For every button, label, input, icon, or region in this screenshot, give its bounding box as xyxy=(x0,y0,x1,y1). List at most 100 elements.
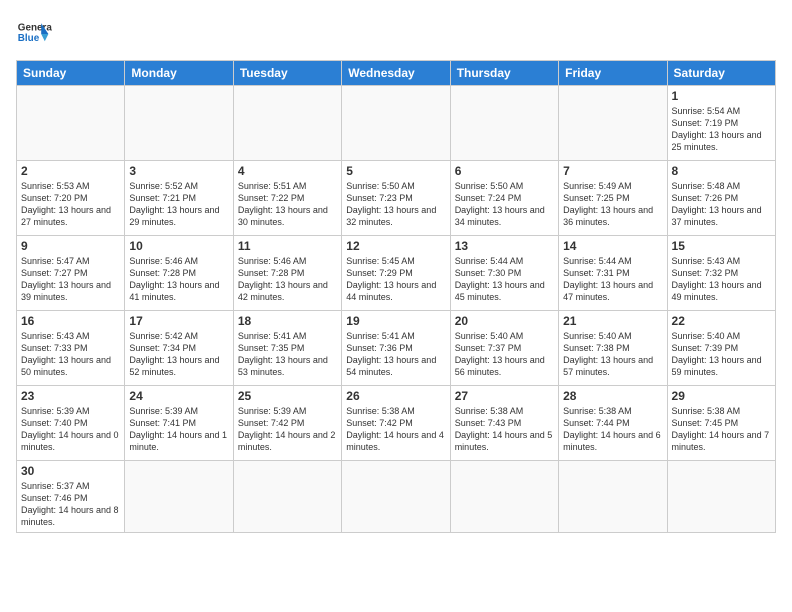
day-header-sunday: Sunday xyxy=(17,61,125,86)
day-number: 19 xyxy=(346,314,445,328)
calendar-cell xyxy=(559,86,667,161)
day-header-tuesday: Tuesday xyxy=(233,61,341,86)
calendar-cell xyxy=(342,86,450,161)
calendar-header-row: SundayMondayTuesdayWednesdayThursdayFrid… xyxy=(17,61,776,86)
day-number: 13 xyxy=(455,239,554,253)
calendar-cell xyxy=(17,86,125,161)
calendar-table: SundayMondayTuesdayWednesdayThursdayFrid… xyxy=(16,60,776,533)
cell-content: Sunrise: 5:46 AMSunset: 7:28 PMDaylight:… xyxy=(129,255,228,304)
day-number: 7 xyxy=(563,164,662,178)
calendar-cell: 6Sunrise: 5:50 AMSunset: 7:24 PMDaylight… xyxy=(450,161,558,236)
calendar-week-row: 1 Sunrise: 5:54 AMSunset: 7:19 PMDaylight… xyxy=(17,86,776,161)
calendar-cell xyxy=(233,86,341,161)
calendar-cell: 19 Sunrise: 5:41 AMSunset: 7:36 PMDayligh… xyxy=(342,311,450,386)
calendar-cell: 7 Sunrise: 5:49 AMSunset: 7:25 PMDaylight… xyxy=(559,161,667,236)
calendar-cell: 2 Sunrise: 5:53 AMSunset: 7:20 PMDaylight… xyxy=(17,161,125,236)
day-number: 10 xyxy=(129,239,228,253)
day-number: 15 xyxy=(672,239,771,253)
cell-content: Sunrise: 5:37 AMSunset: 7:46 PMDaylight:… xyxy=(21,480,120,529)
calendar-cell xyxy=(233,461,341,533)
calendar-cell: 1 Sunrise: 5:54 AMSunset: 7:19 PMDaylight… xyxy=(667,86,775,161)
day-number: 20 xyxy=(455,314,554,328)
calendar-cell xyxy=(450,461,558,533)
cell-content: Sunrise: 5:49 AMSunset: 7:25 PMDaylight:… xyxy=(563,180,662,229)
calendar-cell: 22 Sunrise: 5:40 AMSunset: 7:39 PMDayligh… xyxy=(667,311,775,386)
cell-content: Sunrise: 5:39 AMSunset: 7:40 PMDaylight:… xyxy=(21,405,120,454)
cell-content: Sunrise: 5:53 AMSunset: 7:20 PMDaylight:… xyxy=(21,180,120,229)
cell-content: Sunrise: 5:45 AMSunset: 7:29 PMDaylight:… xyxy=(346,255,445,304)
cell-content: Sunrise: 5:40 AMSunset: 7:37 PMDaylight:… xyxy=(455,330,554,379)
day-number: 23 xyxy=(21,389,120,403)
calendar-cell: 10 Sunrise: 5:46 AMSunset: 7:28 PMDayligh… xyxy=(125,236,233,311)
day-number: 29 xyxy=(672,389,771,403)
calendar-cell xyxy=(342,461,450,533)
cell-content: Sunrise: 5:54 AMSunset: 7:19 PMDaylight:… xyxy=(672,105,771,154)
calendar-cell xyxy=(125,461,233,533)
calendar-week-row: 30 Sunrise: 5:37 AMSunset: 7:46 PMDayligh… xyxy=(17,461,776,533)
cell-content: Sunrise: 5:42 AMSunset: 7:34 PMDaylight:… xyxy=(129,330,228,379)
cell-content: Sunrise: 5:38 AMSunset: 7:44 PMDaylight:… xyxy=(563,405,662,454)
calendar-cell: 30 Sunrise: 5:37 AMSunset: 7:46 PMDayligh… xyxy=(17,461,125,533)
day-number: 27 xyxy=(455,389,554,403)
calendar-week-row: 23 Sunrise: 5:39 AMSunset: 7:40 PMDayligh… xyxy=(17,386,776,461)
day-number: 17 xyxy=(129,314,228,328)
day-number: 6 xyxy=(455,164,554,178)
header: General Blue xyxy=(16,16,776,52)
calendar-cell: 27Sunrise: 5:38 AMSunset: 7:43 PMDayligh… xyxy=(450,386,558,461)
cell-content: Sunrise: 5:51 AMSunset: 7:22 PMDaylight:… xyxy=(238,180,337,229)
day-header-monday: Monday xyxy=(125,61,233,86)
cell-content: Sunrise: 5:48 AMSunset: 7:26 PMDaylight:… xyxy=(672,180,771,229)
calendar-cell: 20 Sunrise: 5:40 AMSunset: 7:37 PMDayligh… xyxy=(450,311,558,386)
day-number: 30 xyxy=(21,464,120,478)
cell-content: Sunrise: 5:38 AMSunset: 7:42 PMDaylight:… xyxy=(346,405,445,454)
day-number: 18 xyxy=(238,314,337,328)
calendar-cell: 28Sunrise: 5:38 AMSunset: 7:44 PMDayligh… xyxy=(559,386,667,461)
day-header-thursday: Thursday xyxy=(450,61,558,86)
day-number: 16 xyxy=(21,314,120,328)
day-number: 2 xyxy=(21,164,120,178)
page: General Blue SundayMondayTuesdayWednesda… xyxy=(0,0,792,612)
day-header-wednesday: Wednesday xyxy=(342,61,450,86)
day-header-friday: Friday xyxy=(559,61,667,86)
cell-content: Sunrise: 5:40 AMSunset: 7:38 PMDaylight:… xyxy=(563,330,662,379)
calendar-cell: 21Sunrise: 5:40 AMSunset: 7:38 PMDayligh… xyxy=(559,311,667,386)
cell-content: Sunrise: 5:52 AMSunset: 7:21 PMDaylight:… xyxy=(129,180,228,229)
calendar-cell xyxy=(125,86,233,161)
calendar-cell: 14 Sunrise: 5:44 AMSunset: 7:31 PMDayligh… xyxy=(559,236,667,311)
day-number: 9 xyxy=(21,239,120,253)
calendar-cell: 9 Sunrise: 5:47 AMSunset: 7:27 PMDaylight… xyxy=(17,236,125,311)
day-number: 5 xyxy=(346,164,445,178)
cell-content: Sunrise: 5:39 AMSunset: 7:42 PMDaylight:… xyxy=(238,405,337,454)
calendar-cell: 15Sunrise: 5:43 AMSunset: 7:32 PMDayligh… xyxy=(667,236,775,311)
cell-content: Sunrise: 5:43 AMSunset: 7:33 PMDaylight:… xyxy=(21,330,120,379)
day-number: 26 xyxy=(346,389,445,403)
cell-content: Sunrise: 5:40 AMSunset: 7:39 PMDaylight:… xyxy=(672,330,771,379)
cell-content: Sunrise: 5:50 AMSunset: 7:23 PMDaylight:… xyxy=(346,180,445,229)
cell-content: Sunrise: 5:46 AMSunset: 7:28 PMDaylight:… xyxy=(238,255,337,304)
cell-content: Sunrise: 5:41 AMSunset: 7:35 PMDaylight:… xyxy=(238,330,337,379)
calendar-cell: 29Sunrise: 5:38 AMSunset: 7:45 PMDayligh… xyxy=(667,386,775,461)
day-number: 14 xyxy=(563,239,662,253)
calendar-cell xyxy=(559,461,667,533)
cell-content: Sunrise: 5:41 AMSunset: 7:36 PMDaylight:… xyxy=(346,330,445,379)
calendar-cell: 23 Sunrise: 5:39 AMSunset: 7:40 PMDayligh… xyxy=(17,386,125,461)
calendar-cell: 11Sunrise: 5:46 AMSunset: 7:28 PMDayligh… xyxy=(233,236,341,311)
calendar-cell: 5 Sunrise: 5:50 AMSunset: 7:23 PMDaylight… xyxy=(342,161,450,236)
day-number: 24 xyxy=(129,389,228,403)
calendar-cell: 12Sunrise: 5:45 AMSunset: 7:29 PMDayligh… xyxy=(342,236,450,311)
calendar-cell: 26 Sunrise: 5:38 AMSunset: 7:42 PMDayligh… xyxy=(342,386,450,461)
day-number: 22 xyxy=(672,314,771,328)
calendar-cell: 17 Sunrise: 5:42 AMSunset: 7:34 PMDayligh… xyxy=(125,311,233,386)
logo-icon: General Blue xyxy=(16,16,52,52)
svg-text:Blue: Blue xyxy=(18,33,40,44)
day-number: 25 xyxy=(238,389,337,403)
cell-content: Sunrise: 5:47 AMSunset: 7:27 PMDaylight:… xyxy=(21,255,120,304)
logo: General Blue xyxy=(16,16,52,52)
day-number: 3 xyxy=(129,164,228,178)
calendar-cell: 25 Sunrise: 5:39 AMSunset: 7:42 PMDayligh… xyxy=(233,386,341,461)
day-number: 1 xyxy=(672,89,771,103)
cell-content: Sunrise: 5:44 AMSunset: 7:30 PMDaylight:… xyxy=(455,255,554,304)
calendar-cell: 3 Sunrise: 5:52 AMSunset: 7:21 PMDaylight… xyxy=(125,161,233,236)
cell-content: Sunrise: 5:44 AMSunset: 7:31 PMDaylight:… xyxy=(563,255,662,304)
calendar-cell: 16 Sunrise: 5:43 AMSunset: 7:33 PMDayligh… xyxy=(17,311,125,386)
